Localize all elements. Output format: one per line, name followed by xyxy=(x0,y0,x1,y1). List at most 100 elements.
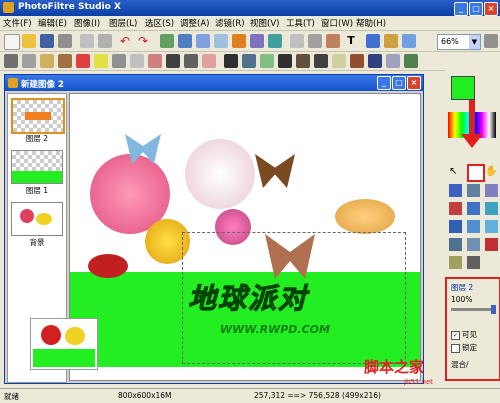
app-title: PhotoFiltre Studio X xyxy=(18,2,121,12)
print-icon[interactable] xyxy=(58,34,72,48)
filter-4-icon[interactable] xyxy=(58,54,72,68)
filter-11-icon[interactable] xyxy=(184,54,198,68)
redo-icon[interactable]: ↷ xyxy=(138,34,152,48)
filter-20-icon[interactable] xyxy=(350,54,364,68)
menu-window[interactable]: 窗口(W) xyxy=(321,17,353,29)
menu-file[interactable]: 文件(F) xyxy=(3,17,32,29)
filter-7-icon[interactable] xyxy=(112,54,126,68)
open-icon[interactable] xyxy=(22,34,36,48)
layer-1-preview xyxy=(12,171,62,183)
doc-minimize-button[interactable]: _ xyxy=(377,76,391,90)
filter-13-icon[interactable] xyxy=(224,54,238,68)
cake-shape xyxy=(335,199,395,234)
layer-props-name: 图层 2 xyxy=(451,283,474,292)
folder-icon[interactable] xyxy=(384,34,398,48)
menu-filter[interactable]: 滤镜(R) xyxy=(215,17,245,29)
shape-icon[interactable] xyxy=(467,256,480,269)
filter-6-icon[interactable] xyxy=(94,54,108,68)
line-icon[interactable] xyxy=(485,184,498,197)
menu-image[interactable]: 图像(I) xyxy=(74,17,100,29)
filter-1-icon[interactable] xyxy=(4,54,18,68)
filter-17-icon[interactable] xyxy=(296,54,310,68)
filter-8-icon[interactable] xyxy=(130,54,144,68)
image-size-icon[interactable] xyxy=(196,34,210,48)
smudge-icon[interactable] xyxy=(449,238,462,251)
arrow-tool-icon[interactable]: ↖ xyxy=(449,166,462,179)
filter-12-icon[interactable] xyxy=(202,54,216,68)
party-url-text: WWW.RWPD.COM xyxy=(220,323,330,336)
layer-thumb-background[interactable] xyxy=(11,202,63,236)
close-button[interactable]: × xyxy=(484,2,498,16)
layer-opacity-value: 100% xyxy=(451,295,473,304)
clone-icon[interactable] xyxy=(467,238,480,251)
menu-adjust[interactable]: 调整(A) xyxy=(180,17,209,29)
document-title-bar: 新建图像 2 _ □ × xyxy=(5,75,423,91)
filter-22-icon[interactable] xyxy=(386,54,400,68)
zoom-select[interactable]: 66% ▼ xyxy=(437,34,481,50)
drop-icon[interactable] xyxy=(485,220,498,233)
fullscreen-icon[interactable] xyxy=(484,34,498,48)
window-icon[interactable] xyxy=(402,34,416,48)
filter-19-icon[interactable] xyxy=(332,54,346,68)
background-preview-flower-2 xyxy=(36,213,52,225)
eyedropper-icon[interactable] xyxy=(449,184,462,197)
fill-icon[interactable] xyxy=(250,34,264,48)
lock-checkbox[interactable]: 锁定 xyxy=(451,342,477,353)
visible-checkbox[interactable]: ✓ 可见 xyxy=(451,329,477,340)
undo-icon[interactable]: ↶ xyxy=(120,34,134,48)
foreground-color-swatch[interactable] xyxy=(451,76,475,100)
pen-icon[interactable] xyxy=(449,220,462,233)
doc-close-button[interactable]: × xyxy=(407,76,421,90)
filter-3-icon[interactable] xyxy=(40,54,54,68)
spray-icon[interactable] xyxy=(467,202,480,215)
opacity-slider[interactable] xyxy=(451,308,495,311)
filter-18-icon[interactable] xyxy=(314,54,328,68)
frame-icon[interactable] xyxy=(308,34,322,48)
party-title-text: 地球派对 xyxy=(187,282,309,316)
copy-icon[interactable] xyxy=(98,34,112,48)
wand-icon[interactable] xyxy=(467,184,480,197)
select-tool-icon[interactable] xyxy=(467,164,485,182)
layer-thumb-2[interactable] xyxy=(11,98,65,134)
hand-tool-icon[interactable]: ✋ xyxy=(485,166,497,178)
doc-maximize-button[interactable]: □ xyxy=(392,76,406,90)
filter-15-icon[interactable] xyxy=(260,54,274,68)
bucket-icon[interactable] xyxy=(449,202,462,215)
image-canvas[interactable]: 地球派对 WWW.RWPD.COM xyxy=(69,93,421,381)
blur-icon[interactable] xyxy=(467,220,480,233)
menu-view[interactable]: 视图(V) xyxy=(250,17,279,29)
crop-icon[interactable] xyxy=(290,34,304,48)
menu-select[interactable]: 选区(S) xyxy=(145,17,174,29)
menu-tools[interactable]: 工具(T) xyxy=(286,17,315,29)
zoom-value: 66% xyxy=(441,37,459,46)
filter-5-icon[interactable] xyxy=(76,54,90,68)
filter-2-icon[interactable] xyxy=(22,54,36,68)
text-icon[interactable]: T xyxy=(344,34,358,48)
filter-10-icon[interactable] xyxy=(166,54,180,68)
filter-9-icon[interactable] xyxy=(148,54,162,68)
stamp-icon[interactable] xyxy=(449,256,462,269)
brush-icon[interactable] xyxy=(485,202,498,215)
save-icon[interactable] xyxy=(40,34,54,48)
minimize-button[interactable]: _ xyxy=(454,2,468,16)
scan-icon[interactable] xyxy=(366,34,380,48)
paste-icon[interactable] xyxy=(160,34,174,48)
texture-icon[interactable] xyxy=(326,34,340,48)
layer-icon[interactable] xyxy=(178,34,192,48)
transparency-icon[interactable] xyxy=(232,34,246,48)
menu-help[interactable]: 帮助(H) xyxy=(356,17,386,29)
layer-thumb-1[interactable] xyxy=(11,150,63,184)
maximize-button[interactable]: □ xyxy=(469,2,483,16)
menu-edit[interactable]: 编辑(E) xyxy=(38,17,67,29)
filter-16-icon[interactable] xyxy=(278,54,292,68)
eraser-icon[interactable] xyxy=(485,238,498,251)
filter-23-icon[interactable] xyxy=(404,54,418,68)
new-icon[interactable] xyxy=(4,34,20,50)
cut-icon[interactable] xyxy=(80,34,94,48)
opacity-slider-thumb[interactable] xyxy=(491,305,496,314)
filter-14-icon[interactable] xyxy=(242,54,256,68)
menu-layer[interactable]: 图层(L) xyxy=(109,17,137,29)
filter-21-icon[interactable] xyxy=(368,54,382,68)
canvas-size-icon[interactable] xyxy=(214,34,228,48)
adjust-icon[interactable] xyxy=(268,34,282,48)
